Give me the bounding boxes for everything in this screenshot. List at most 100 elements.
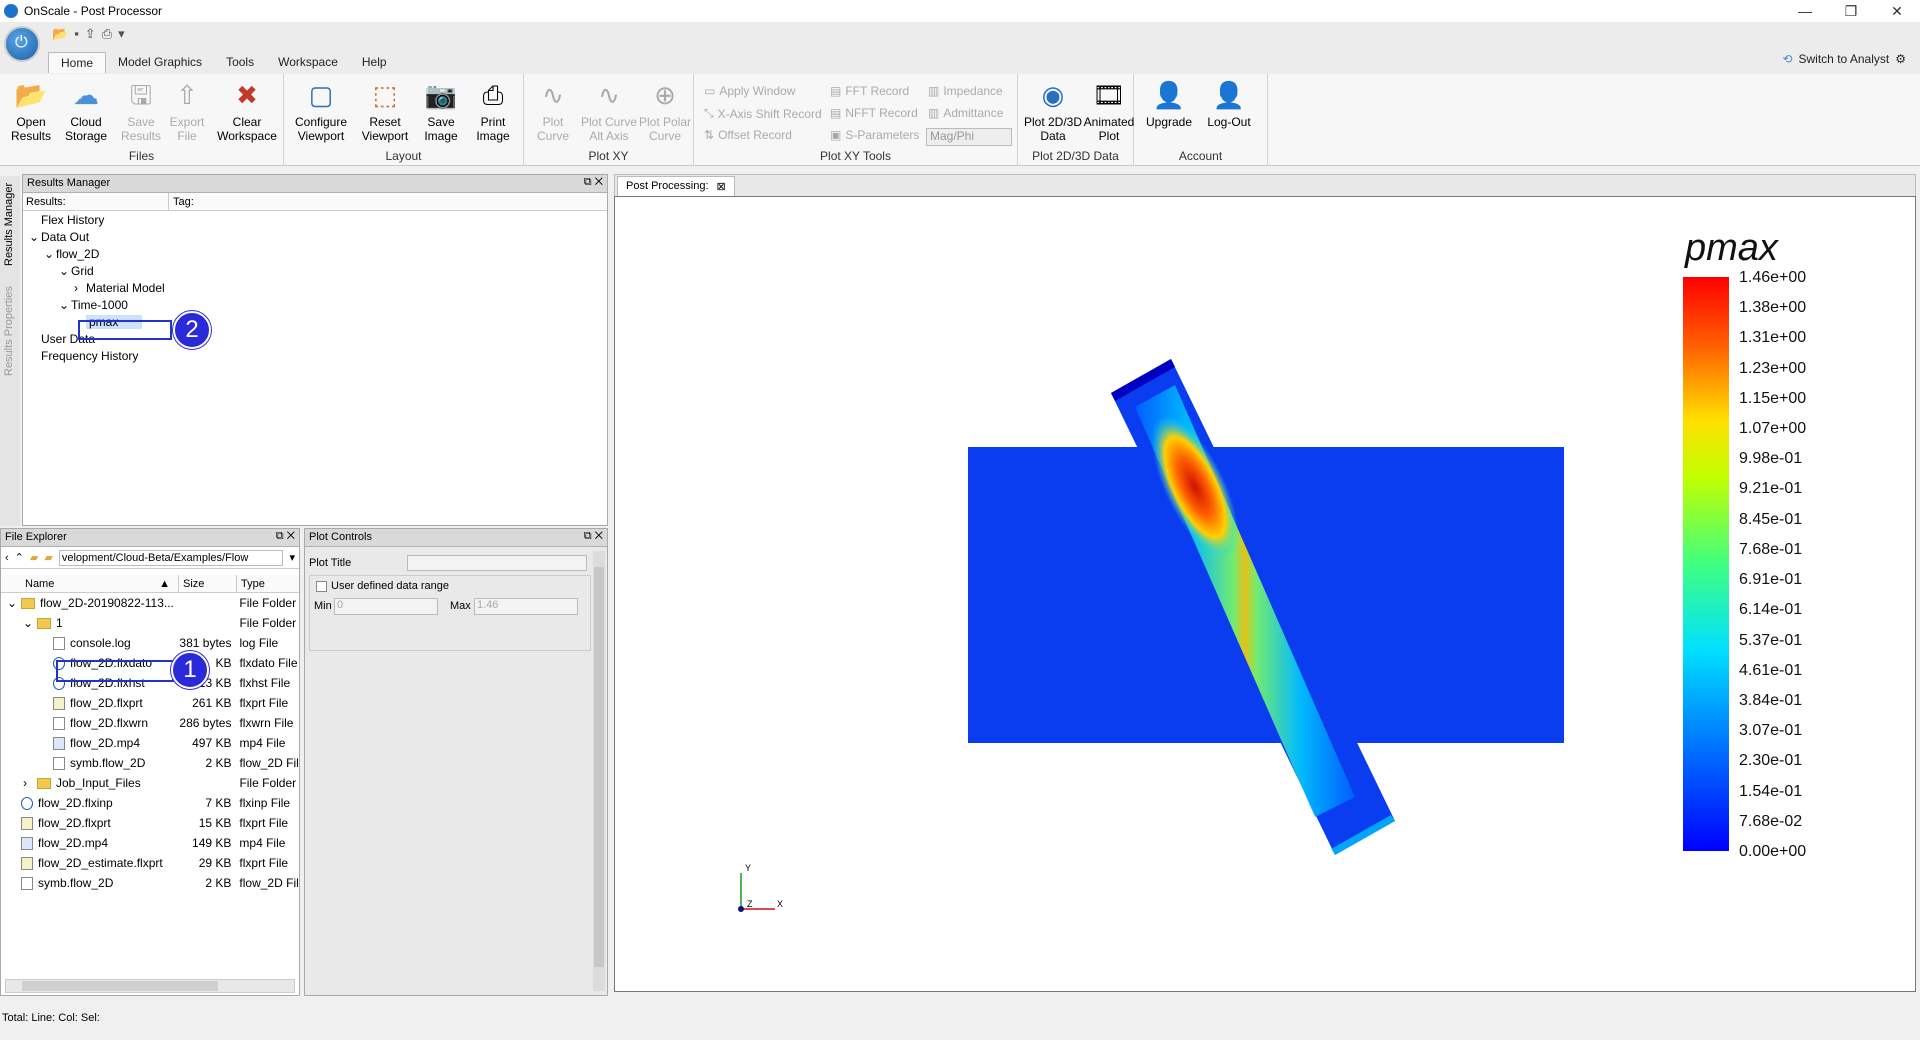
settings-gear-icon[interactable]: ⚙ [1895, 52, 1906, 66]
tree-item[interactable]: ⌄ Data Out [23, 229, 607, 246]
file-row[interactable]: flow_2D.flxinp 7 KB flxinp File [1, 793, 299, 813]
upgrade-button[interactable]: 👤 Upgrade [1140, 78, 1198, 129]
panel-float-close-icon[interactable]: ⧉ ✕ [584, 176, 603, 189]
col-results[interactable]: Results: [23, 193, 169, 210]
plot-title-input[interactable] [407, 555, 587, 571]
tree-item[interactable]: ⌄ flow_2D [23, 246, 607, 263]
file-row[interactable]: › Job_Input_Files File Folder [1, 773, 299, 793]
max-input[interactable]: 1.46 [474, 598, 578, 615]
back-arrow-icon[interactable]: ‹ [5, 552, 9, 564]
file-row[interactable]: ⌄ 1 File Folder [1, 613, 299, 633]
user-range-checkbox-row[interactable]: User defined data range [316, 580, 449, 592]
tab-close-icon[interactable]: ⊠ [717, 180, 726, 193]
tree-item[interactable]: Frequency History [23, 348, 607, 365]
offset-record-button[interactable]: ⇅ Offset Record [704, 128, 792, 142]
scrollbar-thumb[interactable] [22, 981, 218, 991]
switch-to-analyst[interactable]: ⟲ Switch to Analyst ⚙ [1782, 52, 1906, 66]
tree-expander-icon[interactable]: › [74, 280, 86, 297]
admittance-button[interactable]: ▥ Admittance [928, 106, 1003, 120]
tree-item[interactable]: › Material Model [23, 280, 607, 297]
tree-item[interactable]: Flex History [23, 212, 607, 229]
tab-workspace[interactable]: Workspace [266, 52, 350, 73]
results-column-headers: Results: Tag: [23, 193, 607, 211]
configure-viewport-button[interactable]: ▢ Configure Viewport [290, 78, 352, 143]
fft-record-button[interactable]: ▤ FFT Record [830, 84, 909, 98]
open-folder-icon[interactable]: 📂 [52, 26, 68, 42]
tree-expander-icon[interactable]: ⌄ [59, 263, 71, 280]
qat-dropdown-icon[interactable]: ▾ [118, 26, 125, 42]
expander-icon[interactable]: ⌄ [23, 613, 37, 633]
col-size[interactable]: Size [179, 575, 237, 592]
file-row[interactable]: symb.flow_2D 2 KB flow_2D File [1, 873, 299, 893]
upload-icon[interactable]: ⇪ [85, 26, 96, 42]
maximize-button[interactable]: ❐ [1828, 0, 1874, 22]
impedance-button[interactable]: ▥ Impedance [928, 84, 1003, 98]
plot-title-label: Plot Title [309, 557, 352, 569]
tab-model-graphics[interactable]: Model Graphics [106, 52, 214, 73]
path-field[interactable]: velopment/Cloud-Beta/Examples/Flow [58, 549, 284, 566]
text-edit-file-icon [53, 696, 65, 710]
viewport-canvas[interactable]: pmax 1.46e+00 1.38e+00 1.31e+00 1.23e+00 1.1… [614, 196, 1916, 992]
print-image-button[interactable]: ⎙ Print Image [464, 78, 522, 143]
expander-icon[interactable]: › [23, 773, 37, 793]
col-name[interactable]: Name ▲ [1, 575, 179, 592]
open-results-button[interactable]: 📂 Open Results [2, 78, 60, 143]
scrollbar-thumb[interactable] [594, 567, 604, 967]
plot-polar-curve-button[interactable]: ⊕ Plot Polar Curve [636, 78, 694, 143]
panel-float-close-icon[interactable]: ⧉ ✕ [584, 530, 603, 543]
file-row[interactable]: symb.flow_2D 2 KB flow_2D File [1, 753, 299, 773]
vertical-scrollbar[interactable] [593, 551, 605, 991]
file-row[interactable]: flow_2D.flxprt 15 KB flxprt File [1, 813, 299, 833]
animated-plot-button[interactable]: 🎞 Animated Plot [1080, 78, 1138, 143]
application-menu-button[interactable] [4, 26, 40, 62]
panel-float-close-icon[interactable]: ⧉ ✕ [276, 530, 295, 543]
expander-icon[interactable]: ⌄ [7, 593, 21, 613]
save-image-button[interactable]: 📷 Save Image [412, 78, 470, 143]
file-size [178, 773, 236, 793]
plot-curve-button[interactable]: ∿ Plot Curve [524, 78, 582, 143]
tab-post-processing[interactable]: Post Processing: ⊠ [617, 176, 735, 196]
logout-button[interactable]: 👤 Log-Out [1200, 78, 1258, 129]
file-row[interactable]: flow_2D.flxwrn 286 bytes flxwrn File [1, 713, 299, 733]
file-row[interactable]: console.log 381 bytes log File [1, 633, 299, 653]
col-tag[interactable]: Tag: [169, 193, 194, 210]
file-row[interactable]: ⌄ flow_2D-20190822-113... File Folder [1, 593, 299, 613]
horizontal-scrollbar[interactable] [5, 979, 295, 993]
min-input[interactable]: 0 [334, 598, 438, 615]
s-parameters-button[interactable]: ▣ S-Parameters [830, 128, 919, 142]
tree-item[interactable]: ⌄ Time-1000 [23, 297, 607, 314]
tab-help[interactable]: Help [350, 52, 399, 73]
tree-expander-icon[interactable]: ⌄ [44, 246, 56, 263]
reset-viewport-button[interactable]: ⬚ Reset Viewport [356, 78, 414, 143]
export-file-button[interactable]: ⇧ Export File [158, 78, 216, 143]
tab-home[interactable]: Home [48, 52, 107, 73]
path-dropdown-icon[interactable]: ▾ [289, 551, 299, 564]
x-axis-shift-button[interactable]: ⤡ X-Axis Shift Record [704, 106, 822, 121]
new-folder-icon[interactable]: ▰ [30, 551, 38, 564]
apply-window-button[interactable]: ▭ Apply Window [704, 84, 795, 98]
clear-workspace-button[interactable]: ✖ Clear Workspace [214, 78, 280, 143]
plot-2d3d-data-button[interactable]: ◉ Plot 2D/3D Data [1022, 78, 1084, 143]
file-row[interactable]: flow_2D_estimate.flxprt 29 KB flxprt File [1, 853, 299, 873]
tree-expander-icon[interactable]: ⌄ [29, 229, 41, 246]
tree-item[interactable]: ⌄ Grid [23, 263, 607, 280]
cloud-storage-button[interactable]: ☁ Cloud Storage [57, 78, 115, 143]
tree-expander-icon[interactable]: ⌄ [59, 297, 71, 314]
minimize-button[interactable]: — [1782, 0, 1828, 22]
plot-curve-alt-axis-button[interactable]: ∿ Plot Curve Alt Axis [578, 78, 640, 143]
close-button[interactable]: ✕ [1874, 0, 1920, 22]
file-row[interactable]: flow_2D.flxprt 261 KB flxprt File [1, 693, 299, 713]
legend-tick-label: 2.30e-01 [1739, 752, 1803, 770]
side-tab-results-manager[interactable]: Results Manager [3, 183, 15, 266]
save-icon[interactable]: ▪ [74, 26, 79, 42]
file-row[interactable]: flow_2D.mp4 497 KB mp4 File [1, 733, 299, 753]
nfft-record-button[interactable]: ▤ NFFT Record [830, 106, 918, 120]
up-arrow-icon[interactable]: ⌃ [15, 551, 24, 564]
tab-tools[interactable]: Tools [214, 52, 266, 73]
mag-phi-select[interactable]: Mag/Phi [926, 128, 1012, 146]
side-tab-results-properties[interactable]: Results Properties [3, 286, 15, 376]
file-row[interactable]: flow_2D.mp4 149 KB mp4 File [1, 833, 299, 853]
print-icon[interactable]: ⎙ [102, 26, 112, 42]
col-type[interactable]: Type [237, 575, 265, 592]
user-range-checkbox[interactable] [316, 580, 327, 592]
